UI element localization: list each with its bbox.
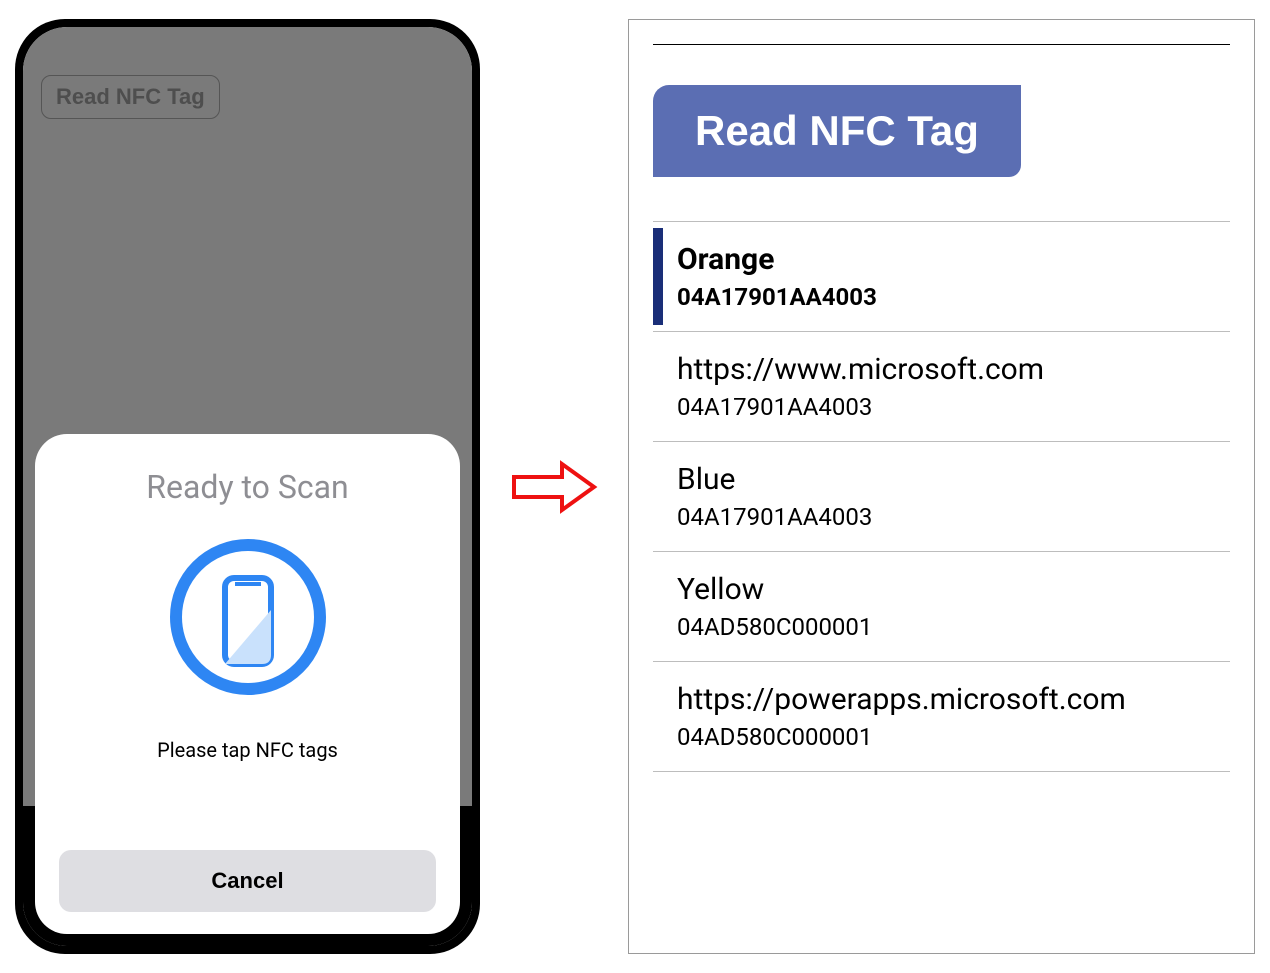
list-item[interactable]: https://www.microsoft.com 04A17901AA4003 <box>653 331 1230 441</box>
arrow-right-icon <box>510 459 598 515</box>
list-item-subtitle: 04AD580C000001 <box>677 723 1230 751</box>
list-item[interactable]: Orange 04A17901AA4003 <box>653 221 1230 331</box>
list-item[interactable]: Yellow 04AD580C000001 <box>653 551 1230 661</box>
list-item[interactable]: Blue 04A17901AA4003 <box>653 441 1230 551</box>
sheet-title: Ready to Scan <box>146 468 348 506</box>
result-panel: Read NFC Tag Orange04A17901AA4003https:/… <box>628 19 1255 954</box>
phone-screen: Read NFC Tag Ready to Scan Please tap NF… <box>23 27 472 946</box>
list-item-subtitle: 04A17901AA4003 <box>677 393 1230 421</box>
list-item-title: Blue <box>677 462 1230 497</box>
list-item-title: Orange <box>677 242 1230 277</box>
sheet-message: Please tap NFC tags <box>157 738 338 762</box>
scan-sheet: Ready to Scan Please tap NFC tags Cancel <box>35 434 460 934</box>
list-item-subtitle: 04AD580C000001 <box>677 613 1230 641</box>
nfc-scan-icon <box>163 532 333 702</box>
read-nfc-button-background: Read NFC Tag <box>41 75 220 119</box>
phone-mockup: Read NFC Tag Ready to Scan Please tap NF… <box>15 19 480 954</box>
read-nfc-button[interactable]: Read NFC Tag <box>653 85 1021 177</box>
list-item-subtitle: 04A17901AA4003 <box>677 503 1230 531</box>
list-item-subtitle: 04A17901AA4003 <box>677 283 1230 311</box>
result-list: Orange04A17901AA4003https://www.microsof… <box>653 221 1230 772</box>
list-item-title: https://www.microsoft.com <box>677 352 1230 387</box>
list-item-title: Yellow <box>677 572 1230 607</box>
list-item-title: https://powerapps.microsoft.com <box>677 682 1230 717</box>
cancel-button[interactable]: Cancel <box>59 850 436 912</box>
list-item[interactable]: https://powerapps.microsoft.com 04AD580C0… <box>653 661 1230 772</box>
divider <box>653 44 1230 45</box>
